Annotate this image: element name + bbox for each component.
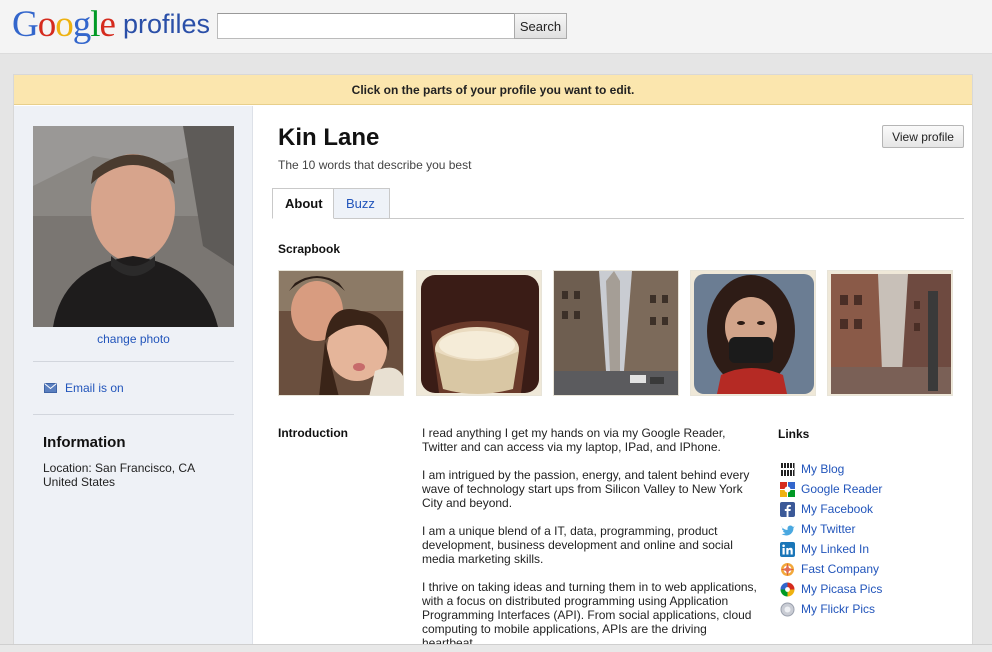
picasa-icon <box>780 582 795 596</box>
sidebar-divider <box>33 361 234 362</box>
intro-paragraph: I thrive on taking ideas and turning the… <box>422 580 757 650</box>
link-label[interactable]: My Linked In <box>801 542 869 556</box>
logo-letter: e <box>99 4 116 45</box>
linkedin-icon <box>780 541 795 557</box>
link-label[interactable]: My Facebook <box>801 502 873 516</box>
scrapbook-photo-image <box>828 271 952 395</box>
introduction-heading: Introduction <box>278 426 348 440</box>
link-my-flickr-pics[interactable]: My Flickr Pics <box>780 599 882 619</box>
sidebar-divider <box>33 414 234 415</box>
change-photo-link[interactable]: change photo <box>33 332 234 346</box>
logo-profiles-word: profiles <box>123 9 211 39</box>
intro-paragraph: I am intrigued by the passion, energy, a… <box>422 468 750 510</box>
flickr-icon <box>780 602 795 616</box>
logo-letter: o <box>55 4 73 45</box>
link-my-blog[interactable]: My Blog <box>780 459 882 479</box>
fast-company-icon <box>781 562 794 576</box>
links-list: My Blog Google Reader My Facebook My Twi… <box>780 459 882 619</box>
google-logo[interactable]: Google <box>12 3 116 46</box>
google-reader-icon <box>780 481 795 497</box>
tab-about[interactable]: About <box>272 188 334 219</box>
blog-icon <box>780 461 795 477</box>
twitter-icon <box>781 524 795 536</box>
link-label[interactable]: My Picasa Pics <box>801 582 882 596</box>
edit-notice: Click on the parts of your profile you w… <box>14 75 972 105</box>
scrapbook-photo[interactable] <box>278 270 404 396</box>
information-heading: Information <box>43 434 126 451</box>
location-text: Location: San Francisco, CA <box>43 461 196 475</box>
search-input[interactable] <box>217 13 515 39</box>
sidebar: change photo Email is on Information Loc… <box>14 106 253 652</box>
scrapbook-photo-image <box>279 271 403 395</box>
scrapbook-photo[interactable] <box>553 270 679 396</box>
tab-buzz[interactable]: Buzz <box>334 188 390 219</box>
scrapbook-photo-image <box>691 271 815 395</box>
link-label[interactable]: My Twitter <box>801 522 855 536</box>
profile-content: Kin Lane The 10 words that describe you … <box>254 106 972 652</box>
link-my-twitter[interactable]: My Twitter <box>780 519 882 539</box>
link-label[interactable]: Google Reader <box>801 482 882 496</box>
link-my-facebook[interactable]: My Facebook <box>780 499 882 519</box>
logo-letter: o <box>37 4 56 45</box>
profile-tabs: About Buzz <box>272 188 964 219</box>
view-profile-button[interactable]: View profile <box>882 125 964 148</box>
link-label[interactable]: Fast Company <box>801 562 879 576</box>
country-text: United States <box>43 475 116 489</box>
scrapbook-photo-image <box>554 271 678 395</box>
scrapbook-photo-image <box>417 271 541 395</box>
email-status[interactable]: Email is on <box>44 381 124 395</box>
intro-paragraph: I read anything I get my hands on via my… <box>422 426 726 454</box>
logo-letter: g <box>72 4 91 45</box>
mail-icon <box>44 383 57 393</box>
logo-letter: l <box>90 4 100 45</box>
profile-name[interactable]: Kin Lane <box>278 124 379 152</box>
scrapbook-heading: Scrapbook <box>278 242 341 256</box>
profile-photo[interactable] <box>33 126 234 327</box>
facebook-icon <box>780 501 795 517</box>
link-my-linked-in[interactable]: My Linked In <box>780 539 882 559</box>
link-google-reader[interactable]: Google Reader <box>780 479 882 499</box>
link-label[interactable]: My Flickr Pics <box>801 602 875 616</box>
link-fast-company[interactable]: Fast Company <box>780 559 882 579</box>
link-label[interactable]: My Blog <box>801 462 844 476</box>
intro-paragraph: I am a unique blend of a IT, data, progr… <box>422 524 733 566</box>
profile-panel: Click on the parts of your profile you w… <box>13 74 973 652</box>
links-heading: Links <box>778 427 810 441</box>
search-button[interactable]: Search <box>514 13 567 39</box>
profile-photo-image <box>33 126 234 327</box>
scrapbook-photo[interactable] <box>827 270 953 396</box>
link-my-picasa-pics[interactable]: My Picasa Pics <box>780 579 882 599</box>
introduction-text[interactable]: I read anything I get my hands on via my… <box>422 426 762 652</box>
scrapbook-photo[interactable] <box>690 270 816 396</box>
window-bottom-bar <box>0 644 992 652</box>
scrapbook-photo[interactable] <box>416 270 542 396</box>
logo-letter: G <box>12 4 39 45</box>
email-status-link[interactable]: Email is on <box>65 381 124 395</box>
profile-tagline[interactable]: The 10 words that describe you best <box>278 158 471 172</box>
top-bar: Google profiles Search <box>0 0 992 54</box>
